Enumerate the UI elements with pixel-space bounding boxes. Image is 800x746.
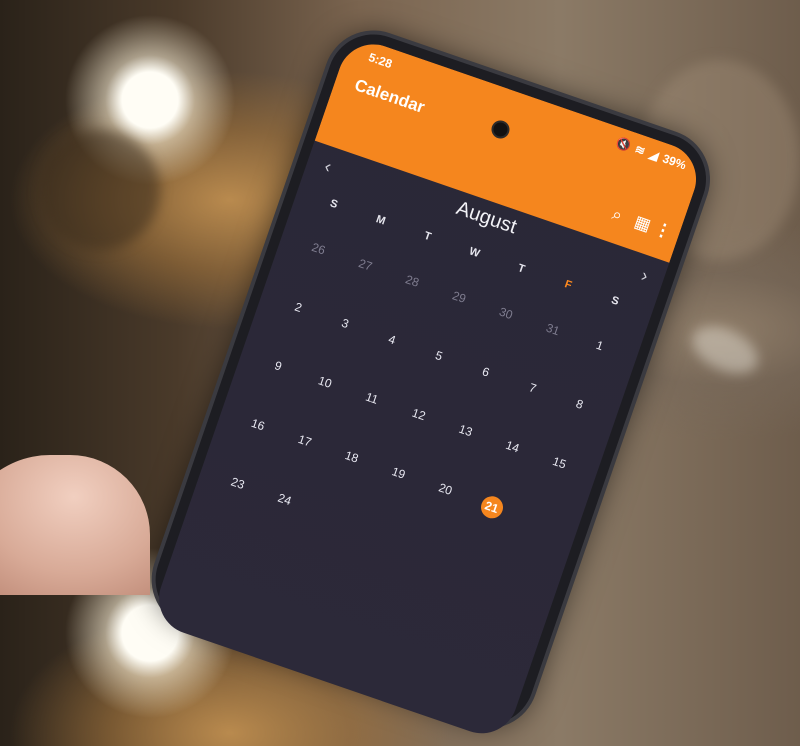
calendar-day[interactable]: 10 xyxy=(299,366,352,399)
calendar-day[interactable]: 11 xyxy=(346,382,399,415)
calendar-day[interactable]: 12 xyxy=(392,398,445,431)
background-glare xyxy=(684,317,766,383)
status-icons: 🔇 ≋ ◢ 39% xyxy=(614,135,688,172)
wifi-icon: ≋ xyxy=(633,141,648,159)
calendar-day[interactable]: 19 xyxy=(372,456,425,489)
phone-screen: 5:28 🔇 ≋ ◢ 39% Calendar ⌕ ▦ ⋮ ‹ August ›… xyxy=(149,34,706,744)
status-time: 5:28 xyxy=(366,50,395,72)
app-title: Calendar xyxy=(352,75,428,117)
mute-icon: 🔇 xyxy=(614,135,633,154)
weekday-header: S xyxy=(609,294,621,308)
calendar-day[interactable]: 20 xyxy=(419,473,472,506)
calendar-day[interactable]: 4 xyxy=(366,323,419,356)
calendar-day[interactable]: 15 xyxy=(533,446,586,479)
calendar-day xyxy=(399,531,452,564)
calendar-day xyxy=(446,547,499,580)
background-bokeh xyxy=(40,130,160,250)
calendar-day[interactable]: 14 xyxy=(486,430,539,463)
calendar-day xyxy=(352,515,405,548)
grid-view-icon[interactable]: ▦ xyxy=(632,212,653,236)
calendar-day[interactable]: 5 xyxy=(413,339,466,372)
battery-text: 39% xyxy=(660,151,689,173)
calendar-day[interactable]: 8 xyxy=(553,388,606,421)
calendar-day[interactable]: 2 xyxy=(272,291,325,324)
signal-icon: ◢ xyxy=(647,146,661,163)
calendar-day-selected[interactable]: 21 xyxy=(466,489,519,522)
calendar-day[interactable]: 16 xyxy=(232,408,285,441)
calendar-day[interactable]: 17 xyxy=(278,424,331,457)
calendar-day[interactable]: 18 xyxy=(325,440,378,473)
calendar-day[interactable]: 24 xyxy=(258,483,311,516)
calendar-day[interactable]: 23 xyxy=(211,467,264,500)
search-icon[interactable]: ⌕ xyxy=(609,204,625,226)
calendar-day xyxy=(305,499,358,532)
calendar-day[interactable]: 7 xyxy=(506,371,559,404)
calendar-day[interactable]: 3 xyxy=(319,307,372,340)
calendar-day xyxy=(513,505,566,538)
calendar-day xyxy=(493,563,546,596)
phone: 5:28 🔇 ≋ ◢ 39% Calendar ⌕ ▦ ⋮ ‹ August ›… xyxy=(143,22,719,744)
front-camera xyxy=(491,120,510,139)
calendar-day[interactable]: 13 xyxy=(439,414,492,447)
finger xyxy=(0,455,150,595)
calendar-day[interactable]: 6 xyxy=(459,355,512,388)
calendar-day[interactable]: 9 xyxy=(252,349,305,382)
more-options-icon[interactable]: ⋮ xyxy=(652,219,674,243)
